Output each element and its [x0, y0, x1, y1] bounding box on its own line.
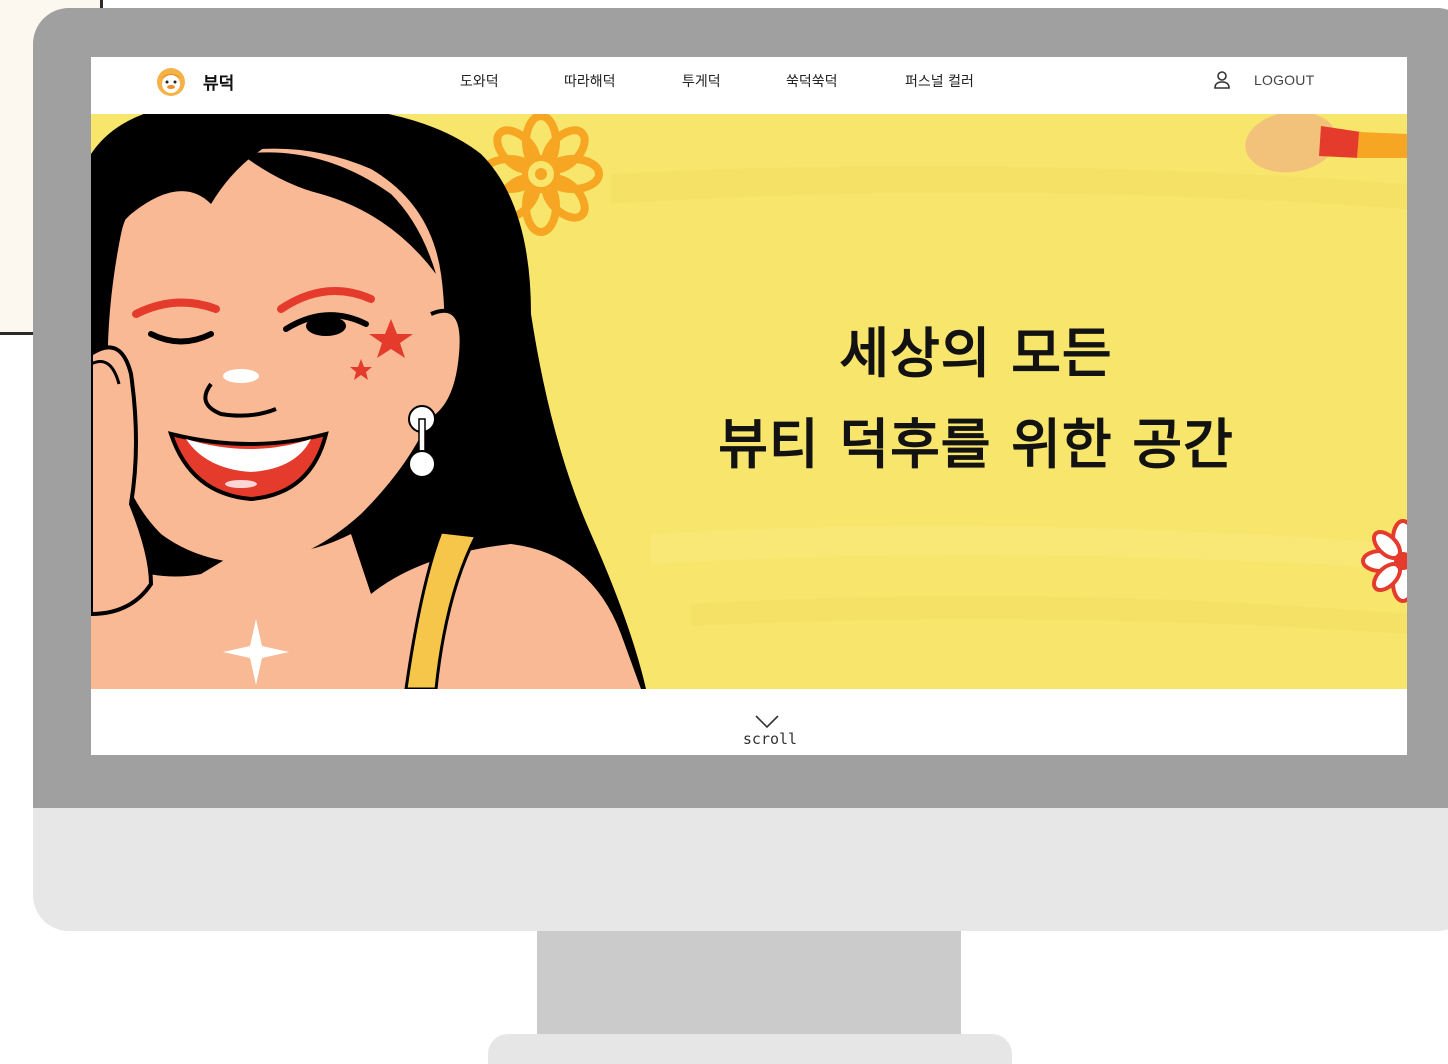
logout-link[interactable]: LOGOUT: [1254, 72, 1314, 88]
hero-banner: 세상의 모든 뷰티 덕후를 위한 공간: [91, 114, 1407, 689]
nav-item-togetherduck[interactable]: 투게덕: [682, 71, 721, 91]
nav-item-dowaduck[interactable]: 도와덕: [460, 71, 499, 91]
hero-headline-line1: 세상의 모든: [839, 322, 1113, 385]
user-icon[interactable]: [1213, 70, 1231, 90]
hero-headline-line2: 뷰티 덕후를 위한 공간: [718, 413, 1234, 476]
monitor-stand-neck: [537, 931, 961, 1035]
brand-logo[interactable]: 뷰덕: [155, 65, 234, 97]
website-screen: 뷰덕 도와덕 따라해덕 투게덕 쑥덕쑥덕 퍼스널 컬러 LOGOUT 세상의 모…: [91, 57, 1407, 755]
chevron-down-icon: [755, 715, 779, 729]
nav-item-personal-color[interactable]: 퍼스널 컬러: [905, 71, 974, 91]
top-navigation: 뷰덕 도와덕 따라해덕 투게덕 쑥덕쑥덕 퍼스널 컬러 LOGOUT: [91, 57, 1407, 114]
duck-logo-icon: [157, 68, 185, 96]
scroll-label: scroll: [742, 730, 798, 748]
nav-item-ttarahaeduck[interactable]: 따라해덕: [564, 71, 616, 91]
nav-item-ssukduck[interactable]: 쑥덕쑥덕: [786, 71, 838, 91]
monitor-chin: [33, 808, 1448, 931]
brand-name: 뷰덕: [203, 73, 235, 94]
scroll-indicator[interactable]: scroll: [91, 689, 1407, 755]
monitor-stand-base: [488, 1034, 1012, 1064]
